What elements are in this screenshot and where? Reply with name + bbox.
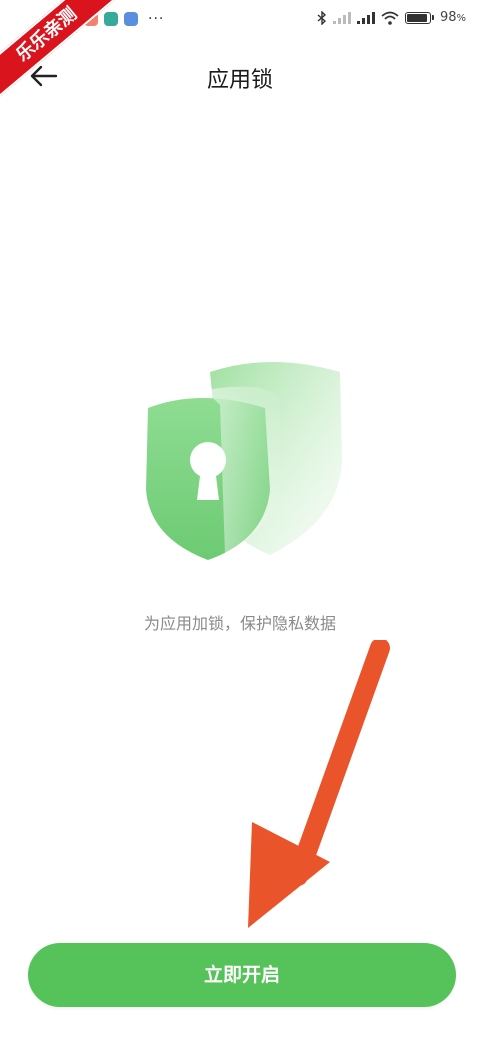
header: 应用锁 <box>0 50 480 100</box>
more-notifications-icon: ··· <box>148 11 165 27</box>
signal-icon <box>332 11 351 24</box>
app-notification-icon <box>104 12 118 26</box>
signal-icon <box>356 11 375 24</box>
wifi-icon <box>381 11 399 25</box>
enable-now-button[interactable]: 立即开启 <box>28 943 456 1007</box>
arrow-left-icon <box>30 65 58 87</box>
shield-lock-icon <box>146 362 342 560</box>
battery-cap <box>431 15 434 20</box>
bluetooth-icon <box>317 10 326 25</box>
app-notification-icon <box>124 12 138 26</box>
feature-description: 为应用加锁，保护隐私数据 <box>143 614 336 633</box>
page-title: 应用锁 <box>206 68 273 93</box>
back-button[interactable] <box>26 58 62 94</box>
battery-percent: 98% <box>439 10 466 25</box>
pointer-arrow-icon <box>248 640 390 928</box>
shield-lock-illustration <box>130 350 360 570</box>
battery-level <box>406 13 427 22</box>
status-system-icons: 98% <box>317 10 466 25</box>
battery-icon <box>404 11 431 24</box>
